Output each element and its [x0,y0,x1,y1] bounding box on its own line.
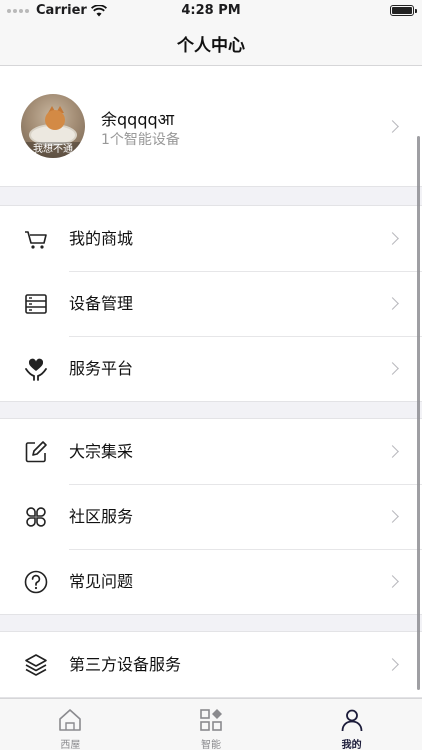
avatar[interactable]: 我想不通 [21,94,85,158]
menu-item-label: 第三方设备服务 [69,655,182,674]
device-list-icon [25,294,47,314]
menu-item-label: 常见问题 [69,572,134,591]
tab-label: 我的 [341,740,362,750]
menu-item-label: 我的商城 [69,229,134,248]
question-icon [24,570,48,594]
chevron-right-icon [386,362,399,375]
menu-item-bulk-purchase[interactable]: 大宗集采 [0,419,422,484]
menu-item-faq[interactable]: 常见问题 [0,549,422,614]
tab-label: 西屋 [60,740,81,750]
menu-item-label: 大宗集采 [69,442,134,461]
menu-item-third-party-devices[interactable]: 第三方设备服务 [0,632,422,697]
menu-item-mall[interactable]: 我的商城 [0,206,422,271]
battery-icon [390,5,417,16]
tab-bar: 西屋 智能 我的 [0,698,422,750]
home-icon [59,709,82,731]
person-icon [341,709,363,732]
tab-smart[interactable]: 智能 [141,699,282,750]
menu-item-service-platform[interactable]: 服务平台 [0,336,422,401]
tab-label: 智能 [201,740,221,750]
edit-icon [25,441,47,463]
chevron-right-icon [386,120,399,133]
menu-item-label: 设备管理 [69,294,134,313]
chevron-right-icon [386,658,399,671]
grid-clover-icon [26,507,46,527]
cart-icon [25,231,47,249]
profile-name: 余qqqqआ [101,110,174,129]
chevron-right-icon [386,297,399,310]
menu-item-label: 服务平台 [69,359,134,378]
menu-item-label: 社区服务 [69,507,134,526]
device-count: 1个智能设备 [101,132,180,148]
layers-icon [25,654,47,676]
menu-item-community-service[interactable]: 社区服务 [0,484,422,549]
smart-grid-icon [200,709,222,731]
menu-group-3: 第三方设备服务 [0,631,422,698]
chevron-right-icon [386,445,399,458]
chevron-right-icon [386,232,399,245]
scroll-content[interactable]: 我想不通 余qqqqआ 1个智能设备 我的商城 设备管理 服务平台 大宗集采 社… [0,66,422,698]
heart-hand-icon [25,358,47,381]
tab-mine[interactable]: 我的 [281,699,422,750]
menu-item-device-management[interactable]: 设备管理 [0,271,422,336]
scrollbar[interactable] [417,136,420,690]
page-title: 个人中心 [177,36,245,56]
status-bar: Carrier 4:28 PM [0,0,422,22]
status-time: 4:28 PM [181,3,241,18]
tab-home[interactable]: 西屋 [0,699,141,750]
menu-group-2: 大宗集采 社区服务 常见问题 [0,418,422,615]
menu-group-1: 我的商城 设备管理 服务平台 [0,205,422,402]
profile-row[interactable]: 我想不通 余qqqqआ 1个智能设备 [0,66,422,187]
avatar-caption: 我想不通 [21,142,85,158]
chevron-right-icon [386,575,399,588]
chevron-right-icon [386,510,399,523]
navigation-bar: 个人中心 [0,22,422,66]
